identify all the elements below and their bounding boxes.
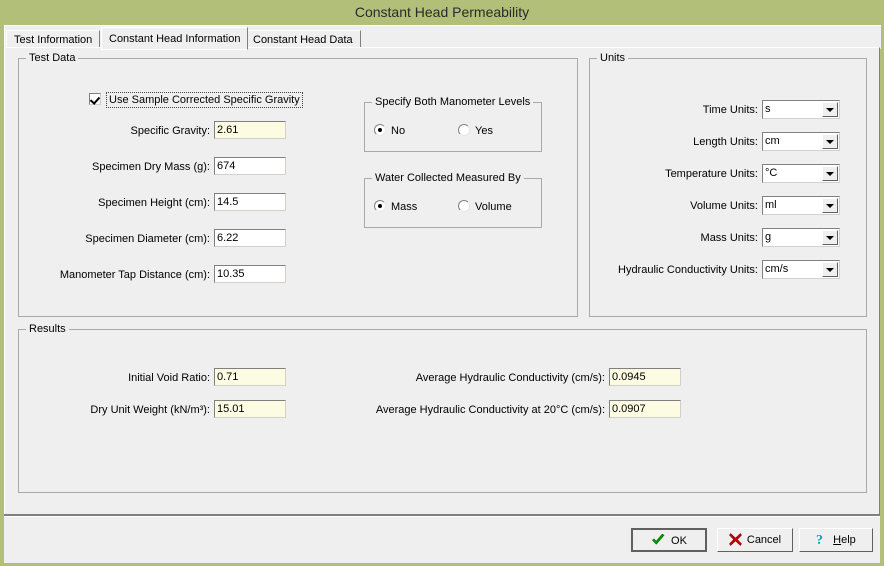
select-hydraulic-conductivity-units-value: cm/s [765,263,788,275]
group-water-collected-measured-by: Water Collected Measured By Mass Volume [364,178,542,228]
group-manometer-levels-title: Specify Both Manometer Levels [372,96,533,108]
group-test-data-title: Test Data [26,52,78,64]
select-time-units[interactable]: s [762,100,840,119]
output-initial-void-ratio: 0.71 [214,368,286,386]
x-icon [729,532,742,554]
select-mass-units[interactable]: g [762,228,840,247]
label-specimen-height: Specimen Height (cm): [19,196,210,210]
select-length-units[interactable]: cm [762,132,840,151]
chevron-down-icon[interactable] [822,198,838,213]
svg-text:?: ? [816,533,823,546]
cancel-button-label: Cancel [747,534,781,546]
output-dry-unit-weight: 15.01 [214,400,286,418]
select-volume-units-value: ml [765,199,777,211]
chevron-down-icon[interactable] [822,102,838,117]
group-results: Results Initial Void Ratio: 0.71 Dry Uni… [18,329,867,493]
label-hydraulic-conductivity-units: Hydraulic Conductivity Units: [590,263,758,277]
tab-panel-constant-head-information: Test Data Use Sample Corrected Specific … [4,47,880,515]
label-temperature-units: Temperature Units: [590,167,758,181]
radio-label: Mass [391,201,417,213]
select-temperature-units-value: °C [765,167,777,179]
radio-label: Volume [475,201,512,213]
radio-circle[interactable] [374,124,386,136]
ok-button-label: OK [671,535,687,547]
question-icon: ? [816,532,828,554]
output-average-hydraulic-conductivity: 0.0945 [609,368,681,386]
radio-water-collected-mass[interactable]: Mass [374,200,417,214]
tab-constant-head-information[interactable]: Constant Head Information [101,27,248,50]
input-manometer-tap-distance[interactable]: 10.35 [214,265,286,283]
radio-circle[interactable] [458,200,470,212]
label-time-units: Time Units: [590,103,758,117]
select-length-units-value: cm [765,135,780,147]
output-average-hydraulic-conductivity-20c: 0.0907 [609,400,681,418]
help-button-label: Help [833,534,856,546]
label-specific-gravity: Specific Gravity: [19,124,210,138]
tab-strip: Test Information Constant Head Informati… [4,25,881,49]
group-results-title: Results [26,323,69,335]
checkbox-use-sample-corrected-specific-gravity[interactable]: Use Sample Corrected Specific Gravity [89,92,303,108]
label-dry-unit-weight: Dry Unit Weight (kN/m³): [19,403,210,417]
help-accesskey: H [833,534,841,546]
help-button[interactable]: ? Help [799,528,873,552]
ok-button[interactable]: OK [631,528,707,552]
select-volume-units[interactable]: ml [762,196,840,215]
label-average-hydraulic-conductivity: Average Hydraulic Conductivity (cm/s): [319,371,605,385]
chevron-down-icon[interactable] [822,166,838,181]
group-water-collected-title: Water Collected Measured By [372,172,524,184]
radio-manometer-levels-no[interactable]: No [374,124,405,138]
label-volume-units: Volume Units: [590,199,758,213]
input-specimen-height[interactable]: 14.5 [214,193,286,211]
check-icon [651,533,666,555]
cancel-button[interactable]: Cancel [717,528,793,552]
dialog-window: Constant Head Permeability Test Informat… [0,0,884,566]
input-specimen-diameter[interactable]: 6.22 [214,229,286,247]
label-manometer-tap-distance: Manometer Tap Distance (cm): [19,268,210,282]
input-specimen-dry-mass[interactable]: 674 [214,157,286,175]
radio-circle[interactable] [458,124,470,136]
group-units-title: Units [597,52,628,64]
radio-circle[interactable] [374,200,386,212]
button-bar: OK Cancel ? Help [4,516,880,563]
input-specific-gravity[interactable]: 2.61 [214,121,286,139]
label-specimen-dry-mass: Specimen Dry Mass (g): [19,160,210,174]
window-title: Constant Head Permeability [0,0,884,24]
checkbox-label: Use Sample Corrected Specific Gravity [106,92,303,108]
radio-label: Yes [475,125,493,137]
label-initial-void-ratio: Initial Void Ratio: [19,371,210,385]
group-units: Units Time Units: s Length Units: cm Tem… [589,58,867,317]
radio-label: No [391,125,405,137]
group-test-data: Test Data Use Sample Corrected Specific … [18,58,578,317]
group-specify-both-manometer-levels: Specify Both Manometer Levels No Yes [364,102,542,152]
radio-manometer-levels-yes[interactable]: Yes [458,124,493,138]
select-time-units-value: s [765,103,771,115]
label-average-hydraulic-conductivity-20c: Average Hydraulic Conductivity at 20°C (… [319,403,605,417]
chevron-down-icon[interactable] [822,230,838,245]
select-mass-units-value: g [765,231,771,243]
label-specimen-diameter: Specimen Diameter (cm): [19,232,210,246]
chevron-down-icon[interactable] [822,134,838,149]
radio-water-collected-volume[interactable]: Volume [458,200,512,214]
help-label-rest: elp [841,534,856,546]
checkbox-box[interactable] [89,93,101,105]
label-mass-units: Mass Units: [590,231,758,245]
chevron-down-icon[interactable] [822,262,838,277]
label-length-units: Length Units: [590,135,758,149]
select-hydraulic-conductivity-units[interactable]: cm/s [762,260,840,279]
select-temperature-units[interactable]: °C [762,164,840,183]
